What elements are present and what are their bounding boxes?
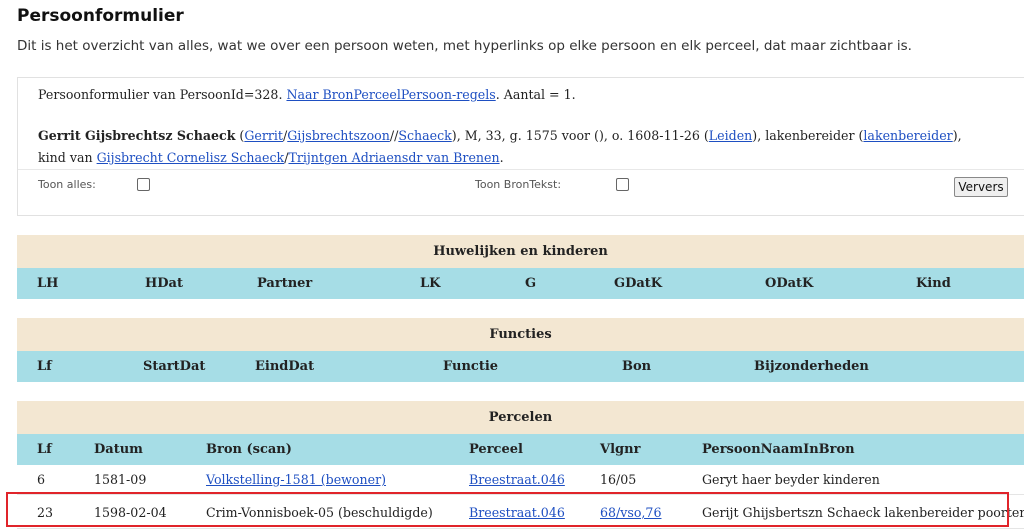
col-lf[interactable]: Lf — [37, 442, 52, 457]
percelen-title: Percelen — [17, 401, 1024, 434]
cell-lf: 6 — [37, 472, 46, 487]
col-functie[interactable]: Functie — [443, 359, 498, 374]
col-datum[interactable]: Datum — [94, 442, 143, 457]
page-intro: Dit is het overzicht van alles, wat we o… — [17, 38, 912, 54]
col-bron[interactable]: Bron (scan) — [206, 442, 292, 457]
place-link[interactable]: Leiden — [709, 128, 752, 143]
toon-brontekst-label: Toon BronTekst: — [475, 178, 562, 191]
col-gdatk[interactable]: GDatK — [614, 276, 662, 291]
toon-alles-checkbox[interactable] — [137, 178, 150, 191]
huwelijken-title: Huwelijken en kinderen — [17, 235, 1024, 268]
text-part: ), — [952, 128, 962, 143]
cell-datum: 1581-09 — [94, 472, 147, 487]
percelen-header-row: Lf Datum Bron (scan) Perceel Vlgnr Perso… — [17, 434, 1024, 465]
first-name-link[interactable]: Gerrit — [244, 128, 283, 143]
bronperceelpersoon-link[interactable]: Naar BronPerceelPersoon-regels — [286, 87, 495, 102]
table-row: 6 1581-09 Volkstelling-1581 (bewoner) Br… — [17, 465, 1024, 495]
col-startdat[interactable]: StartDat — [143, 359, 205, 374]
col-perceel[interactable]: Perceel — [469, 442, 523, 457]
col-hdat[interactable]: HDat — [145, 276, 183, 291]
mother-link[interactable]: Trijntgen Adriaensdr van Brenen — [288, 150, 499, 165]
col-persoonnaaminbron[interactable]: PersoonNaamInBron — [702, 442, 855, 457]
person-summary-box: Persoonformulier van PersoonId=328. Naar… — [17, 77, 1024, 216]
text-part: ), lakenbereider ( — [752, 128, 864, 143]
toon-brontekst-checkbox[interactable] — [616, 178, 629, 191]
highlight-box — [6, 492, 1009, 527]
person-name: Gerrit Gijsbrechtsz Schaeck — [38, 128, 236, 143]
page-title: Persoonformulier — [17, 6, 184, 26]
functies-title: Functies — [17, 318, 1024, 351]
ververs-button[interactable]: Ververs — [954, 177, 1008, 197]
summary-line: Persoonformulier van PersoonId=328. Naar… — [38, 87, 576, 102]
toon-alles-label: Toon alles: — [38, 178, 96, 191]
cell-perceel-link[interactable]: Breestraat.046 — [469, 472, 565, 487]
huwelijken-header-row: LH HDat Partner LK G GDatK ODatK Kind — [17, 268, 1024, 299]
person-details: Gerrit Gijsbrechtsz Schaeck (Gerrit/Gijs… — [38, 125, 962, 169]
cell-bron-link[interactable]: Volkstelling-1581 (bewoner) — [206, 472, 386, 487]
text-part: . — [499, 150, 504, 165]
surname-link[interactable]: Schaeck — [398, 128, 451, 143]
functies-header-row: Lf StartDat EindDat Functie Bon Bijzonde… — [17, 351, 1024, 382]
summary-prefix: Persoonformulier van PersoonId=328. — [38, 87, 287, 102]
col-partner[interactable]: Partner — [257, 276, 312, 291]
huwelijken-table: Huwelijken en kinderen LH HDat Partner L… — [17, 235, 1024, 299]
text-part: kind van — [38, 150, 97, 165]
col-odatk[interactable]: ODatK — [765, 276, 813, 291]
col-g[interactable]: G — [525, 276, 536, 291]
patronym-link[interactable]: Gijsbrechtszoon — [287, 128, 390, 143]
cell-naam: Geryt haer beyder kinderen — [702, 472, 880, 487]
col-einddat[interactable]: EindDat — [255, 359, 314, 374]
col-bon[interactable]: Bon — [622, 359, 651, 374]
col-lk[interactable]: LK — [420, 276, 440, 291]
col-bijzonderheden[interactable]: Bijzonderheden — [754, 359, 869, 374]
occupation-link[interactable]: lakenbereider — [863, 128, 952, 143]
text-part: ( — [235, 128, 245, 143]
col-kind[interactable]: Kind — [916, 276, 951, 291]
cell-vlgnr: 16/05 — [600, 472, 637, 487]
col-vlgnr[interactable]: Vlgnr — [600, 442, 640, 457]
col-lf[interactable]: Lf — [37, 359, 52, 374]
functies-table: Functies Lf StartDat EindDat Functie Bon… — [17, 318, 1024, 382]
text-part: ), M, 33, g. 1575 voor (), o. 1608-11-26… — [451, 128, 709, 143]
father-link[interactable]: Gijsbrecht Cornelisz Schaeck — [97, 150, 285, 165]
col-lh[interactable]: LH — [37, 276, 58, 291]
divider — [18, 169, 1024, 170]
summary-count: . Aantal = 1. — [495, 87, 576, 102]
